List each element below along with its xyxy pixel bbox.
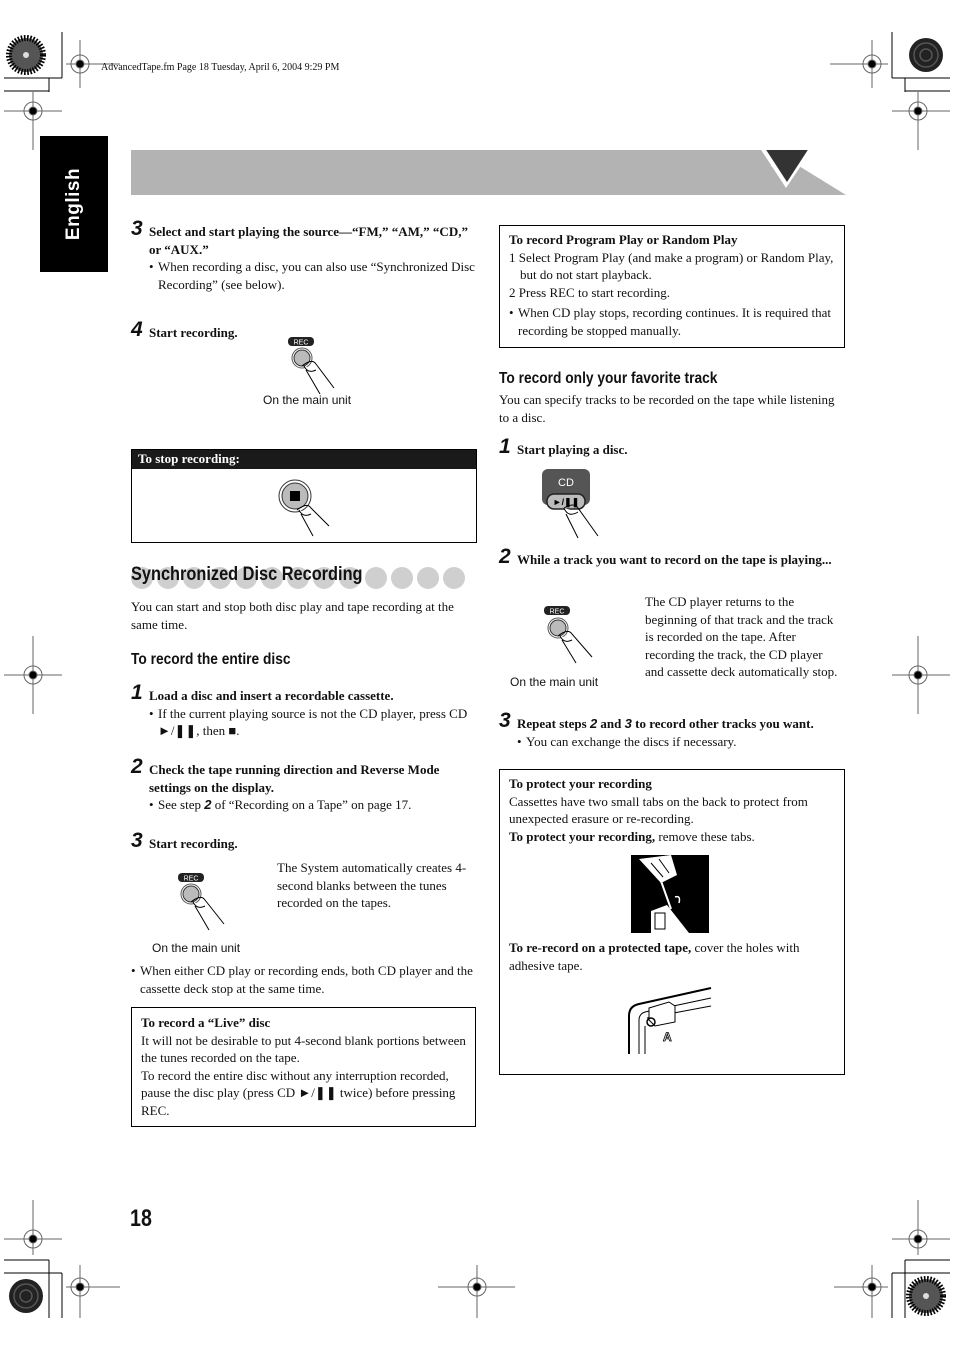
live-box-line: It will not be desirable to put 4-second… <box>141 1032 466 1066</box>
sync-title-text: Synchronized Disc Recording <box>131 564 363 585</box>
rec-button-illustration[interactable]: REC <box>174 872 234 932</box>
stop-button-illustration[interactable] <box>277 476 357 546</box>
protect-recording-box: To protect your recording Cassettes have… <box>499 769 845 1075</box>
favorite-intro: You can specify tracks to be recorded on… <box>499 392 835 425</box>
starburst-icon <box>906 1276 946 1316</box>
favorite-track-heading: To record only your favorite track <box>499 370 718 387</box>
protect-box-text: Cassettes have two small tabs on the bac… <box>509 793 808 827</box>
section-banner <box>131 150 846 195</box>
sync-intro: You can start and stop both disc play an… <box>131 599 454 632</box>
crosshair-icon <box>4 1200 62 1255</box>
cd-label: CD <box>558 477 574 489</box>
program-box-title: To record Program Play or Random Play <box>509 232 738 247</box>
crosshair-icon <box>438 1265 515 1318</box>
crosshair-icon <box>66 1265 120 1318</box>
crosshair-icon <box>892 92 950 150</box>
program-note: When CD play stops, recording continues.… <box>509 304 835 339</box>
entire-step-2: 2 Check the tape running direction and R… <box>131 756 476 814</box>
auto-blank-note: The System automatically creates 4-secon… <box>277 860 467 910</box>
cassette-tape-illustration: A <box>628 987 712 1054</box>
language-tab: English <box>40 136 108 272</box>
language-label: English <box>63 167 84 241</box>
live-disc-box: To record a “Live” disc It will not be d… <box>131 1007 476 1127</box>
caption-main-unit: On the main unit <box>152 941 241 955</box>
rec-button-illustration[interactable]: REC <box>540 605 600 665</box>
live-box-title: To record a “Live” disc <box>141 1015 271 1030</box>
program-item: 1 Select Program Play (and make a progra… <box>509 249 834 283</box>
favorite-step-1: 1 Start playing a disc. <box>499 435 628 458</box>
svg-text:REC: REC <box>184 876 199 883</box>
stop-icon <box>290 491 300 501</box>
entire-step-3: 3 Start recording. <box>131 829 238 852</box>
stop-box-title: To stop recording: <box>132 450 476 469</box>
starburst-icon <box>9 1279 43 1313</box>
starburst-icon <box>909 38 943 72</box>
crosshair-icon <box>892 636 950 714</box>
protect-box-title: To protect your recording <box>509 776 652 791</box>
live-box-line: To record the entire disc without any in… <box>141 1067 456 1118</box>
track-return-note: The CD player returns to the beginning o… <box>645 594 838 679</box>
program-play-box: To record Program Play or Random Play 1 … <box>499 225 845 348</box>
caption-main-unit: On the main unit <box>510 675 599 689</box>
starburst-icon <box>6 35 46 75</box>
favorite-step-3: 3 Repeat steps 2 and 3 to record other t… <box>499 710 851 750</box>
stop-recording-box: To stop recording: <box>131 449 477 543</box>
crosshair-icon <box>834 1265 888 1318</box>
step-select-source: 3 Select and start playing the source—“F… <box>131 218 476 293</box>
rec-button-illustration[interactable]: REC <box>284 336 344 396</box>
print-header: AdvancedTape.fm Page 18 Tuesday, April 6… <box>101 62 340 73</box>
program-item: 2 Press REC to start recording. <box>509 284 671 300</box>
favorite-step-2: 2 While a track you want to record on th… <box>499 545 832 568</box>
sync-section-title: Synchronized Disc Recording <box>131 563 476 593</box>
rec-label: REC <box>294 340 309 347</box>
protect-instruction: To protect your recording, remove these … <box>509 828 755 844</box>
caption-main-unit: On the main unit <box>263 393 352 407</box>
sync-stop-note: When either CD play or recording ends, b… <box>131 962 476 997</box>
cd-play-pause-button-illustration[interactable]: CD ►/❚❚ <box>540 468 610 540</box>
svg-text:REC: REC <box>550 609 565 616</box>
crosshair-icon <box>830 40 888 88</box>
side-a-label: A <box>663 1030 672 1044</box>
entire-step-1: 1 Load a disc and insert a recordable ca… <box>131 682 476 740</box>
rerecord-instruction: To re-record on a protected tape, cover … <box>509 940 800 973</box>
tab-removal-illustration <box>631 855 709 933</box>
crosshair-icon <box>892 1200 950 1255</box>
crosshair-icon <box>4 636 62 714</box>
entire-disc-heading: To record the entire disc <box>131 651 291 668</box>
page-number: 18 <box>130 1205 152 1232</box>
